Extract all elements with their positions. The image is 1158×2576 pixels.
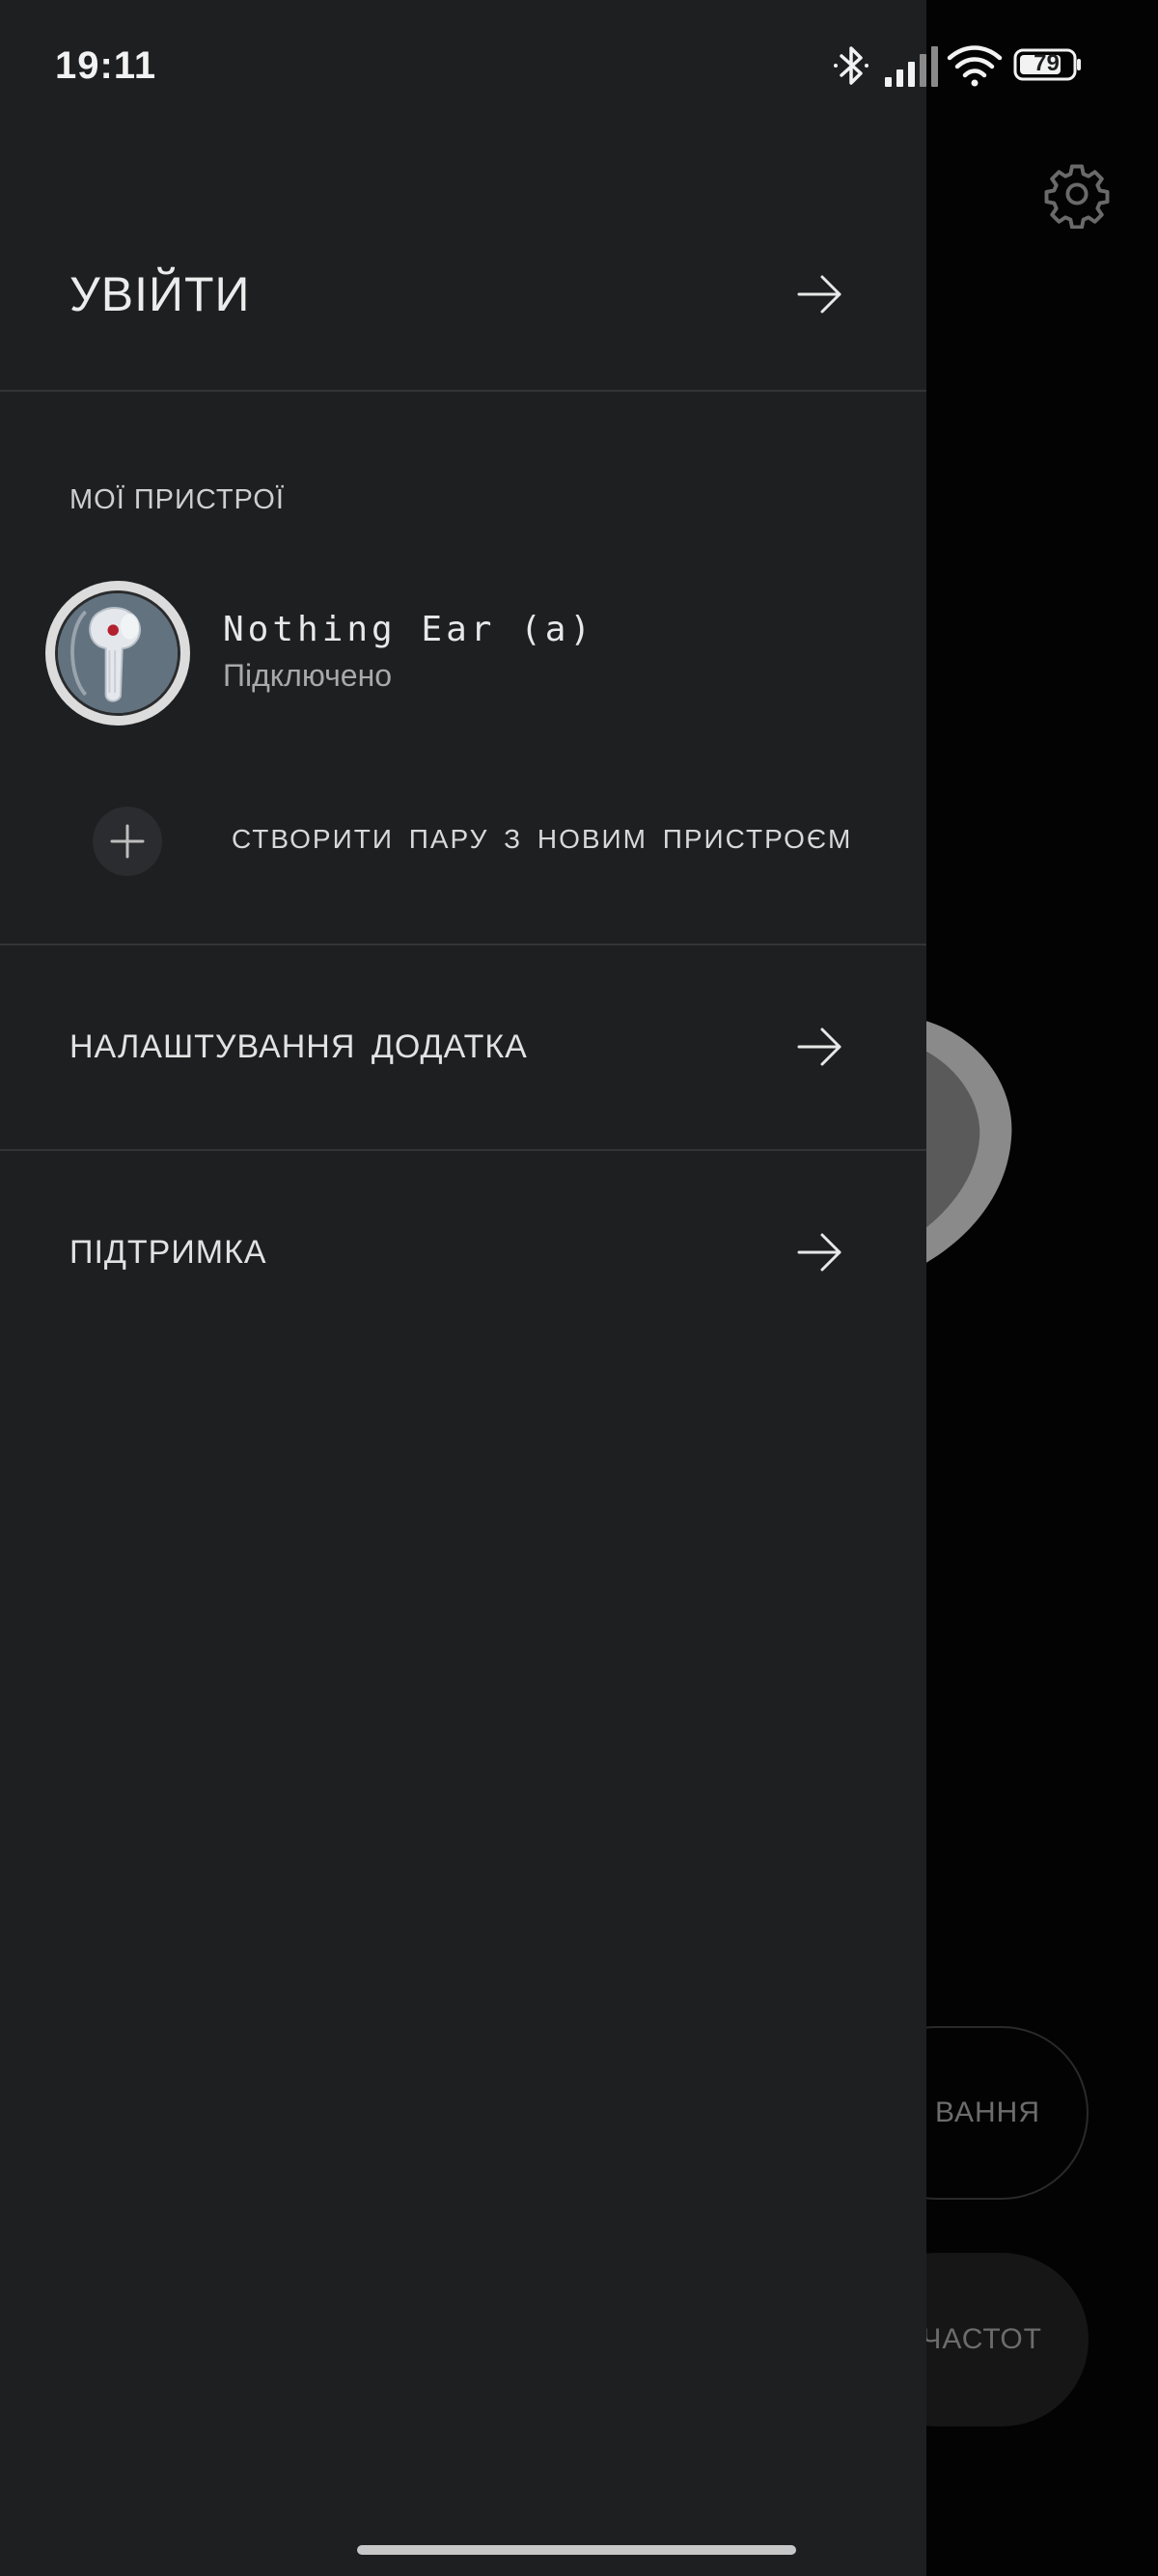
login-label: УВІЙТИ	[69, 267, 251, 321]
bluetooth-icon	[834, 46, 868, 85]
pair-new-device-label: СТВОРИТИ ПАРУ З НОВИМ ПРИСТРОЄМ	[232, 824, 853, 854]
earbud-image	[58, 593, 178, 713]
pair-new-device-button[interactable]: СТВОРИТИ ПАРУ З НОВИМ ПРИСТРОЄМ	[0, 803, 926, 880]
arrow-right-icon	[797, 275, 841, 314]
menu-item-label: ПІДТРИМКА	[69, 1233, 267, 1271]
menu-item-label: НАЛАШТУВАННЯ ДОДАТКА	[69, 1028, 528, 1065]
menu-item-app-settings[interactable]: НАЛАШТУВАННЯ ДОДАТКА	[0, 989, 926, 1105]
login-row[interactable]: УВІЙТИ	[0, 232, 926, 357]
navigation-drawer: УВІЙТИ МОЇ ПРИСТРОЇ Nothing Ear (a) Підк…	[0, 0, 926, 2576]
signal-icon	[885, 46, 938, 87]
status-icons: 79	[830, 42, 1090, 91]
gear-icon[interactable]	[1042, 159, 1112, 229]
status-time: 19:11	[55, 44, 157, 87]
device-name: Nothing Ear (a)	[223, 610, 595, 649]
device-avatar	[45, 581, 190, 726]
arrow-right-icon	[797, 1233, 841, 1272]
device-status: Підключено	[223, 658, 393, 693]
home-indicator[interactable]	[357, 2545, 796, 2555]
divider	[0, 390, 926, 392]
divider	[0, 944, 926, 945]
divider	[0, 1149, 926, 1151]
plus-icon	[110, 824, 145, 859]
plus-button[interactable]	[93, 807, 162, 876]
arrow-right-icon	[797, 1028, 841, 1066]
menu-item-support[interactable]: ПІДТРИМКА	[0, 1194, 926, 1310]
devices-section-title: МОЇ ПРИСТРОЇ	[69, 484, 285, 515]
wifi-icon	[947, 45, 1003, 87]
background-pill-label: ВАННЯ	[934, 2096, 1040, 2128]
battery-level: 79	[1034, 50, 1060, 76]
device-item[interactable]: Nothing Ear (a) Підключено	[0, 569, 926, 733]
status-bar: 19:11 79	[0, 0, 1158, 135]
